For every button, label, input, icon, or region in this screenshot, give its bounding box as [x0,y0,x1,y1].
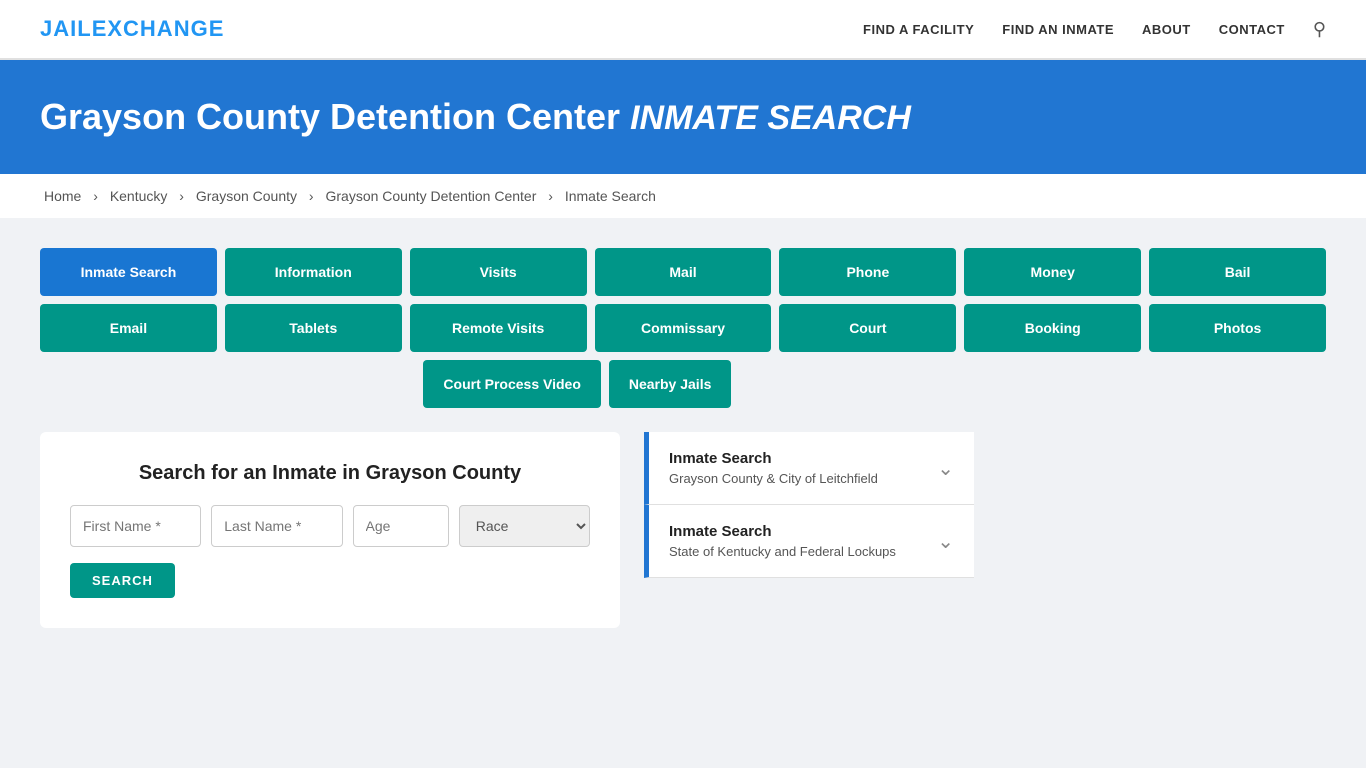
sidebar-card-0[interactable]: Inmate Search Grayson County & City of L… [644,432,974,505]
sidebar-card-1-title: Inmate Search [669,523,896,540]
tab-bail[interactable]: Bail [1149,248,1326,296]
tab-information[interactable]: Information [225,248,402,296]
breadcrumb: Home › Kentucky › Grayson County › Grays… [0,174,1366,218]
tab-commissary[interactable]: Commissary [595,304,772,352]
sidebar-card-0-title: Inmate Search [669,450,878,467]
breadcrumb-kentucky[interactable]: Kentucky [110,188,168,204]
breadcrumb-detention-center[interactable]: Grayson County Detention Center [325,188,536,204]
tab-money[interactable]: Money [964,248,1141,296]
hero-banner: Grayson County Detention Center INMATE S… [0,60,1366,174]
tab-court[interactable]: Court [779,304,956,352]
breadcrumb-inmate-search: Inmate Search [565,188,656,204]
tab-remote-visits[interactable]: Remote Visits [410,304,587,352]
tab-row-1: Inmate Search Information Visits Mail Ph… [40,248,1326,296]
search-button[interactable]: SEARCH [70,563,175,598]
logo[interactable]: JAILEXCHANGE [40,16,224,42]
tab-visits[interactable]: Visits [410,248,587,296]
sidebar-card-1[interactable]: Inmate Search State of Kentucky and Fede… [644,505,974,578]
tab-row-2: Email Tablets Remote Visits Commissary C… [40,304,1326,352]
nav-contact[interactable]: CONTACT [1219,22,1285,37]
sidebar-card-0-subtitle: Grayson County & City of Leitchfield [669,471,878,486]
search-form-card: Search for an Inmate in Grayson County R… [40,432,620,628]
main-content: Inmate Search Information Visits Mail Ph… [0,218,1366,658]
form-fields: Race White Black Hispanic Asian Other [70,505,590,547]
tab-booking[interactable]: Booking [964,304,1141,352]
logo-exchange: EXCHANGE [92,16,225,41]
breadcrumb-home[interactable]: Home [44,188,81,204]
last-name-input[interactable] [211,505,342,547]
chevron-down-icon-0: ⌄ [937,456,954,481]
sidebar-card-0-text: Inmate Search Grayson County & City of L… [669,450,878,486]
page-title: Grayson County Detention Center INMATE S… [40,96,1326,138]
tab-tablets[interactable]: Tablets [225,304,402,352]
logo-part1: JAIL [40,16,92,41]
breadcrumb-grayson-county[interactable]: Grayson County [196,188,297,204]
tab-email[interactable]: Email [40,304,217,352]
race-select[interactable]: Race White Black Hispanic Asian Other [459,505,590,547]
tab-mail[interactable]: Mail [595,248,772,296]
sidebar-card-1-text: Inmate Search State of Kentucky and Fede… [669,523,896,559]
nav-find-inmate[interactable]: FIND AN INMATE [1002,22,1114,37]
tab-row-3: Court Process Video Nearby Jails [40,360,1326,408]
bottom-section: Search for an Inmate in Grayson County R… [40,432,1326,628]
age-input[interactable] [353,505,449,547]
sidebar-cards: Inmate Search Grayson County & City of L… [644,432,974,578]
nav-find-facility[interactable]: FIND A FACILITY [863,22,974,37]
search-form-title: Search for an Inmate in Grayson County [70,462,590,485]
header: JAILEXCHANGE FIND A FACILITY FIND AN INM… [0,0,1366,60]
sidebar-card-1-subtitle: State of Kentucky and Federal Lockups [669,544,896,559]
tab-photos[interactable]: Photos [1149,304,1326,352]
tab-court-process-video[interactable]: Court Process Video [423,360,600,408]
tab-phone[interactable]: Phone [779,248,956,296]
chevron-down-icon-1: ⌄ [937,529,954,554]
tab-nearby-jails[interactable]: Nearby Jails [609,360,732,408]
nav-about[interactable]: ABOUT [1142,22,1191,37]
first-name-input[interactable] [70,505,201,547]
search-icon[interactable]: ⚲ [1313,19,1326,40]
tab-inmate-search[interactable]: Inmate Search [40,248,217,296]
main-nav: FIND A FACILITY FIND AN INMATE ABOUT CON… [863,19,1326,40]
